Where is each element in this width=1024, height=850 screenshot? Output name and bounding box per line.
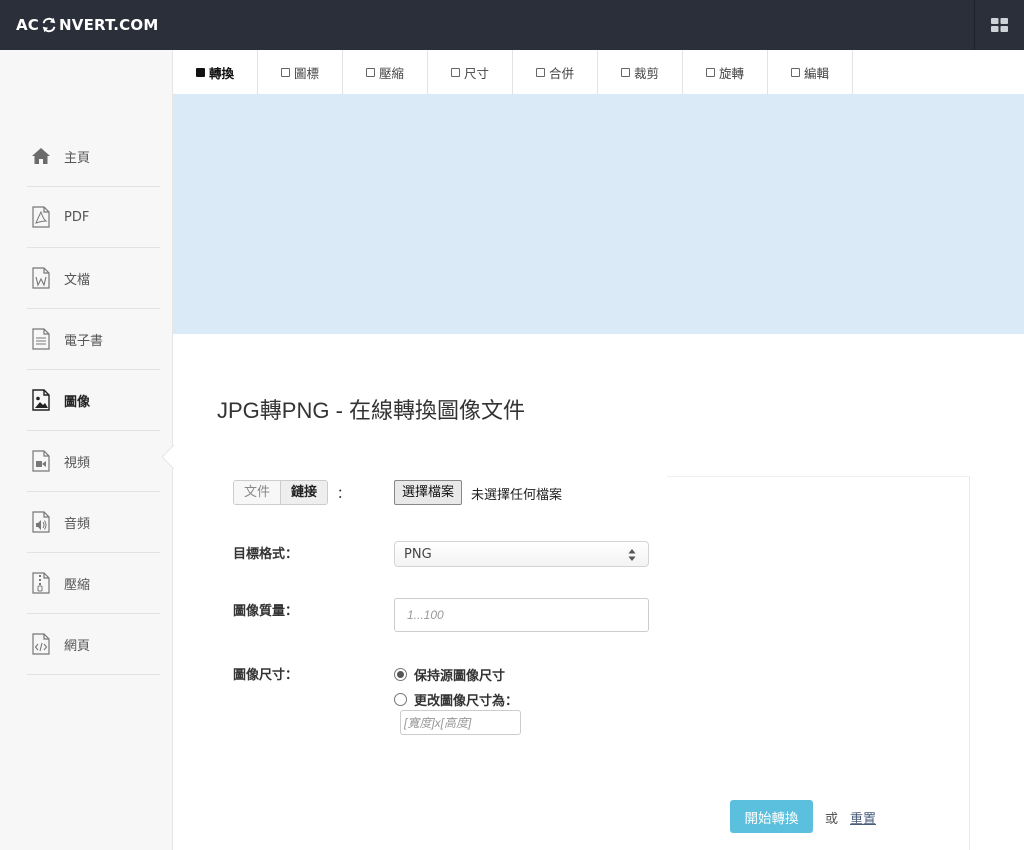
- select-arrows-icon: [628, 549, 636, 561]
- document-icon: [30, 328, 52, 350]
- tab-label: 合併: [548, 65, 574, 81]
- video-file-icon: [30, 450, 52, 472]
- audio-file-icon: [30, 511, 52, 533]
- size-change-radio[interactable]: [394, 693, 407, 706]
- sidebar-item-archive[interactable]: 壓縮: [27, 553, 160, 614]
- source-type-toggle: 文件 鏈接: [233, 480, 329, 505]
- code-file-icon: [30, 633, 52, 655]
- tab-label: 編輯: [803, 65, 829, 81]
- tab-convert[interactable]: 轉換: [173, 50, 258, 94]
- sidebar-item-label: 電子書: [64, 333, 104, 349]
- reset-link[interactable]: 重置: [850, 808, 876, 827]
- sidebar-item-home[interactable]: 主頁: [27, 126, 160, 187]
- checkbox-icon: [705, 67, 715, 77]
- size-change-label: 更改圖像尺寸為：: [414, 694, 519, 709]
- tab-label: 轉換: [208, 65, 234, 81]
- site-logo[interactable]: AC NVERT.COM: [16, 0, 158, 50]
- grid-icon: [991, 18, 1008, 32]
- conversion-form-panel: [218, 476, 970, 850]
- source-link-option[interactable]: 鏈接: [280, 481, 328, 504]
- choose-file-button[interactable]: 選擇檔案: [394, 480, 463, 505]
- home-icon: [30, 145, 52, 167]
- checkbox-icon: [535, 67, 545, 77]
- word-file-icon: [30, 267, 52, 289]
- image-quality-input[interactable]: [394, 598, 649, 632]
- size-keep-radio[interactable]: [394, 668, 407, 681]
- tab-edit[interactable]: 編輯: [768, 50, 853, 94]
- target-format-select[interactable]: PNG: [394, 541, 649, 567]
- sync-icon: [42, 17, 56, 33]
- sidebar-item-image[interactable]: 圖像: [27, 370, 160, 431]
- checkbox-icon: [280, 67, 290, 77]
- sidebar-item-document[interactable]: 文檔: [27, 248, 160, 309]
- checkbox-icon: [450, 67, 460, 77]
- menu-grid-button[interactable]: [975, 0, 1024, 50]
- form-top-divider: [667, 476, 970, 477]
- pdf-file-icon: [30, 206, 52, 228]
- image-size-label: 圖像尺寸：: [233, 668, 299, 683]
- tab-merge[interactable]: 合併: [513, 50, 598, 94]
- tab-resize[interactable]: 尺寸: [428, 50, 513, 94]
- sidebar-item-label: 主頁: [64, 150, 91, 166]
- source-colon: ：: [337, 487, 351, 502]
- tab-label: 裁剪: [633, 65, 659, 81]
- tab-rotate[interactable]: 旋轉: [683, 50, 768, 94]
- size-change-option[interactable]: 更改圖像尺寸為：: [394, 690, 518, 709]
- tab-crop[interactable]: 裁剪: [598, 50, 683, 94]
- tab-label: 尺寸: [463, 65, 489, 81]
- tool-tabs: 轉換 圖標 壓縮 尺寸 合併 裁剪 旋轉 編輯: [173, 50, 853, 94]
- or-text: 或: [825, 812, 839, 827]
- source-file-option[interactable]: 文件: [234, 481, 281, 504]
- sidebar-item-label: 網頁: [64, 638, 91, 654]
- start-conversion-button[interactable]: 開始轉換: [730, 800, 813, 833]
- sidebar-item-label: 音頻: [64, 516, 91, 532]
- tab-label: 壓縮: [378, 65, 404, 81]
- sidebar-item-webpage[interactable]: 網頁: [27, 614, 160, 675]
- sidebar-item-label: 文檔: [64, 272, 91, 288]
- sidebar-item-video[interactable]: 視頻: [27, 431, 160, 492]
- checkbox-icon: [365, 67, 375, 77]
- tab-icon[interactable]: 圖標: [258, 50, 343, 94]
- logo-text-suffix: NVERT.COM: [59, 15, 159, 34]
- sidebar-item-pdf[interactable]: PDF: [27, 187, 160, 248]
- tab-label: 旋轉: [718, 65, 744, 81]
- tab-label: 圖標: [293, 65, 319, 81]
- target-format-label: 目標格式：: [233, 547, 299, 562]
- sidebar-item-label: 壓縮: [64, 577, 91, 593]
- sidebar-item-label: PDF: [64, 209, 90, 225]
- sidebar-item-label: 圖像: [64, 394, 91, 410]
- file-status-text: 未選擇任何檔案: [471, 488, 563, 503]
- checkbox-icon: [790, 67, 800, 77]
- zip-file-icon: [30, 572, 52, 594]
- image-dimensions-input[interactable]: [400, 710, 521, 735]
- checkbox-icon: [195, 67, 205, 77]
- sidebar-item-ebook[interactable]: 電子書: [27, 309, 160, 370]
- tab-compress[interactable]: 壓縮: [343, 50, 428, 94]
- top-navbar: AC NVERT.COM: [0, 0, 1024, 50]
- page-title: JPG轉PNG - 在線轉換圖像文件: [217, 398, 526, 423]
- active-indicator-notch: [162, 445, 174, 469]
- image-quality-label: 圖像質量：: [233, 604, 299, 619]
- sidebar: 主頁 PDF 文檔 電子書 圖像 視頻 音頻 壓縮 網頁: [0, 50, 174, 850]
- sidebar-list: 主頁 PDF 文檔 電子書 圖像 視頻 音頻 壓縮 網頁: [27, 126, 160, 675]
- image-file-icon: [30, 389, 52, 411]
- sidebar-item-audio[interactable]: 音頻: [27, 492, 160, 553]
- size-keep-label: 保持源圖像尺寸: [414, 669, 506, 684]
- checkbox-icon: [620, 67, 630, 77]
- ad-banner: [173, 94, 1024, 334]
- sidebar-item-label: 視頻: [64, 455, 91, 471]
- size-keep-option[interactable]: 保持源圖像尺寸: [394, 665, 505, 684]
- target-format-value: PNG: [404, 547, 432, 562]
- logo-text-prefix: AC: [16, 15, 40, 34]
